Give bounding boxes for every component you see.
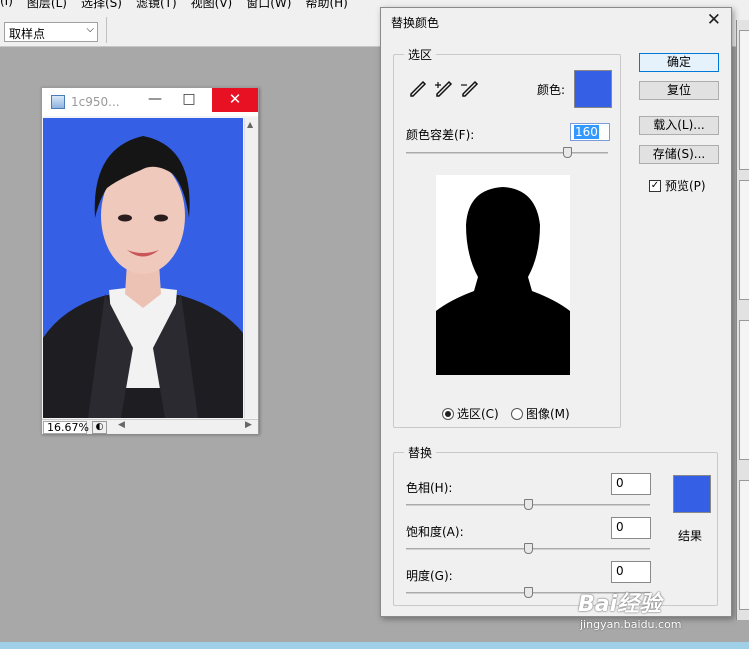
saturation-slider-thumb[interactable] xyxy=(524,543,533,554)
tolerance-label: 颜色容差(F): xyxy=(406,128,475,142)
zoom-level-input[interactable]: 16.67% xyxy=(43,421,89,434)
panel-tab[interactable] xyxy=(739,180,749,300)
panel-tab[interactable] xyxy=(739,30,749,170)
selection-group: 选区 颜色: 颜色容差(F): 160 选区(C) 图像(M) xyxy=(393,46,621,428)
preview-checkbox[interactable]: ✓ 预览(P) xyxy=(649,177,706,194)
menu-item-help[interactable]: 帮助(H) xyxy=(305,0,347,11)
radio-image-dot[interactable] xyxy=(511,407,523,420)
hue-label: 色相(H): xyxy=(406,481,453,495)
menu-item-help-partial[interactable]: (I) xyxy=(0,0,13,11)
close-icon[interactable]: ✕ xyxy=(707,10,721,30)
sample-size-select[interactable]: 取样点 ⌵ xyxy=(4,22,98,42)
panel-tab[interactable] xyxy=(739,320,749,460)
menu-item-view[interactable]: 视图(V) xyxy=(191,0,233,11)
panel-tab[interactable] xyxy=(739,480,749,610)
scroll-right-icon[interactable]: ▶ xyxy=(245,420,252,430)
document-statusbar: 16.67% ◐ ◀ ▶ xyxy=(42,419,258,434)
replace-group: 替换 色相(H): 0 饱和度(A): 0 明度(G): 0 结果 xyxy=(393,444,718,606)
radio-selection[interactable]: 选区(C) xyxy=(442,405,499,422)
menu-item-select[interactable]: 选择(S) xyxy=(81,0,122,11)
eyedropper-plus-icon[interactable] xyxy=(434,79,454,99)
ok-button[interactable]: 确定 xyxy=(639,53,719,72)
lightness-slider-thumb[interactable] xyxy=(524,587,533,598)
toolbar-separator xyxy=(106,17,107,43)
selection-mask-image xyxy=(436,175,570,375)
eyedropper-minus-icon[interactable] xyxy=(460,79,480,99)
menu-item-window[interactable]: 窗口(W) xyxy=(246,0,291,11)
right-panel-strip xyxy=(736,20,749,620)
watermark-logo: Bai经验 xyxy=(578,592,662,617)
tolerance-slider-thumb[interactable] xyxy=(563,147,572,158)
menu-item-layer[interactable]: 图层(L) xyxy=(27,0,67,11)
scroll-up-icon[interactable]: ▲ xyxy=(247,120,253,129)
hue-input[interactable]: 0 xyxy=(611,473,651,495)
result-color-swatch[interactable] xyxy=(673,475,711,513)
preview-label: 预览(P) xyxy=(665,179,706,193)
status-menu-icon[interactable]: ◐ xyxy=(92,421,107,434)
replace-group-label: 替换 xyxy=(404,444,437,461)
tolerance-value: 160 xyxy=(574,125,599,139)
color-label: 颜色: xyxy=(537,83,566,97)
selection-preview xyxy=(436,175,570,375)
tolerance-slider-track[interactable] xyxy=(406,152,608,154)
document-icon xyxy=(51,95,65,109)
lightness-input[interactable]: 0 xyxy=(611,561,651,583)
status-line xyxy=(0,642,749,649)
saturation-input[interactable]: 0 xyxy=(611,517,651,539)
scroll-left-icon[interactable]: ◀ xyxy=(118,420,125,430)
load-button[interactable]: 载入(L)... xyxy=(639,116,719,135)
radio-image-label: 图像(M) xyxy=(526,407,570,421)
vertical-scrollbar[interactable]: ▲ xyxy=(244,118,258,418)
reset-button[interactable]: 复位 xyxy=(639,81,719,100)
sample-size-value: 取样点 xyxy=(9,27,46,41)
save-button[interactable]: 存储(S)... xyxy=(639,145,719,164)
document-title: 1c950... xyxy=(71,95,120,109)
document-titlebar[interactable]: 1c950... — □ ✕ xyxy=(42,88,258,116)
selection-color-swatch[interactable] xyxy=(574,70,612,108)
hue-slider-thumb[interactable] xyxy=(524,499,533,510)
close-button[interactable]: ✕ xyxy=(212,88,258,112)
selection-group-label: 选区 xyxy=(404,46,437,63)
maximize-button[interactable]: □ xyxy=(172,88,206,112)
dialog-title: 替换颜色 xyxy=(391,16,440,30)
portrait-image xyxy=(43,118,243,418)
chevron-down-icon: ⌵ xyxy=(86,24,94,35)
replace-color-dialog: 替换颜色 ✕ 选区 颜色: 颜色容差(F): 160 选区(C) 图像(M) 确… xyxy=(380,7,732,617)
watermark-url: jingyan.baidu.com xyxy=(580,618,682,631)
saturation-label: 饱和度(A): xyxy=(406,525,464,539)
watermark: Bai经验 jingyan.baidu.com xyxy=(578,586,682,631)
radio-image[interactable]: 图像(M) xyxy=(511,405,570,422)
check-icon[interactable]: ✓ xyxy=(649,179,661,192)
result-label: 结果 xyxy=(678,529,703,543)
minimize-button[interactable]: — xyxy=(138,88,172,112)
radio-selection-label: 选区(C) xyxy=(457,407,499,421)
eyedropper-icon[interactable] xyxy=(408,79,428,99)
radio-selection-dot[interactable] xyxy=(442,407,454,420)
lightness-label: 明度(G): xyxy=(406,569,453,583)
document-window: 1c950... — □ ✕ ▲ 16.67% ◐ ◀ ▶ xyxy=(41,87,259,434)
portrait-photo xyxy=(43,118,243,418)
menu-item-filter[interactable]: 滤镜(T) xyxy=(136,0,177,11)
tolerance-input[interactable]: 160 xyxy=(570,123,610,141)
